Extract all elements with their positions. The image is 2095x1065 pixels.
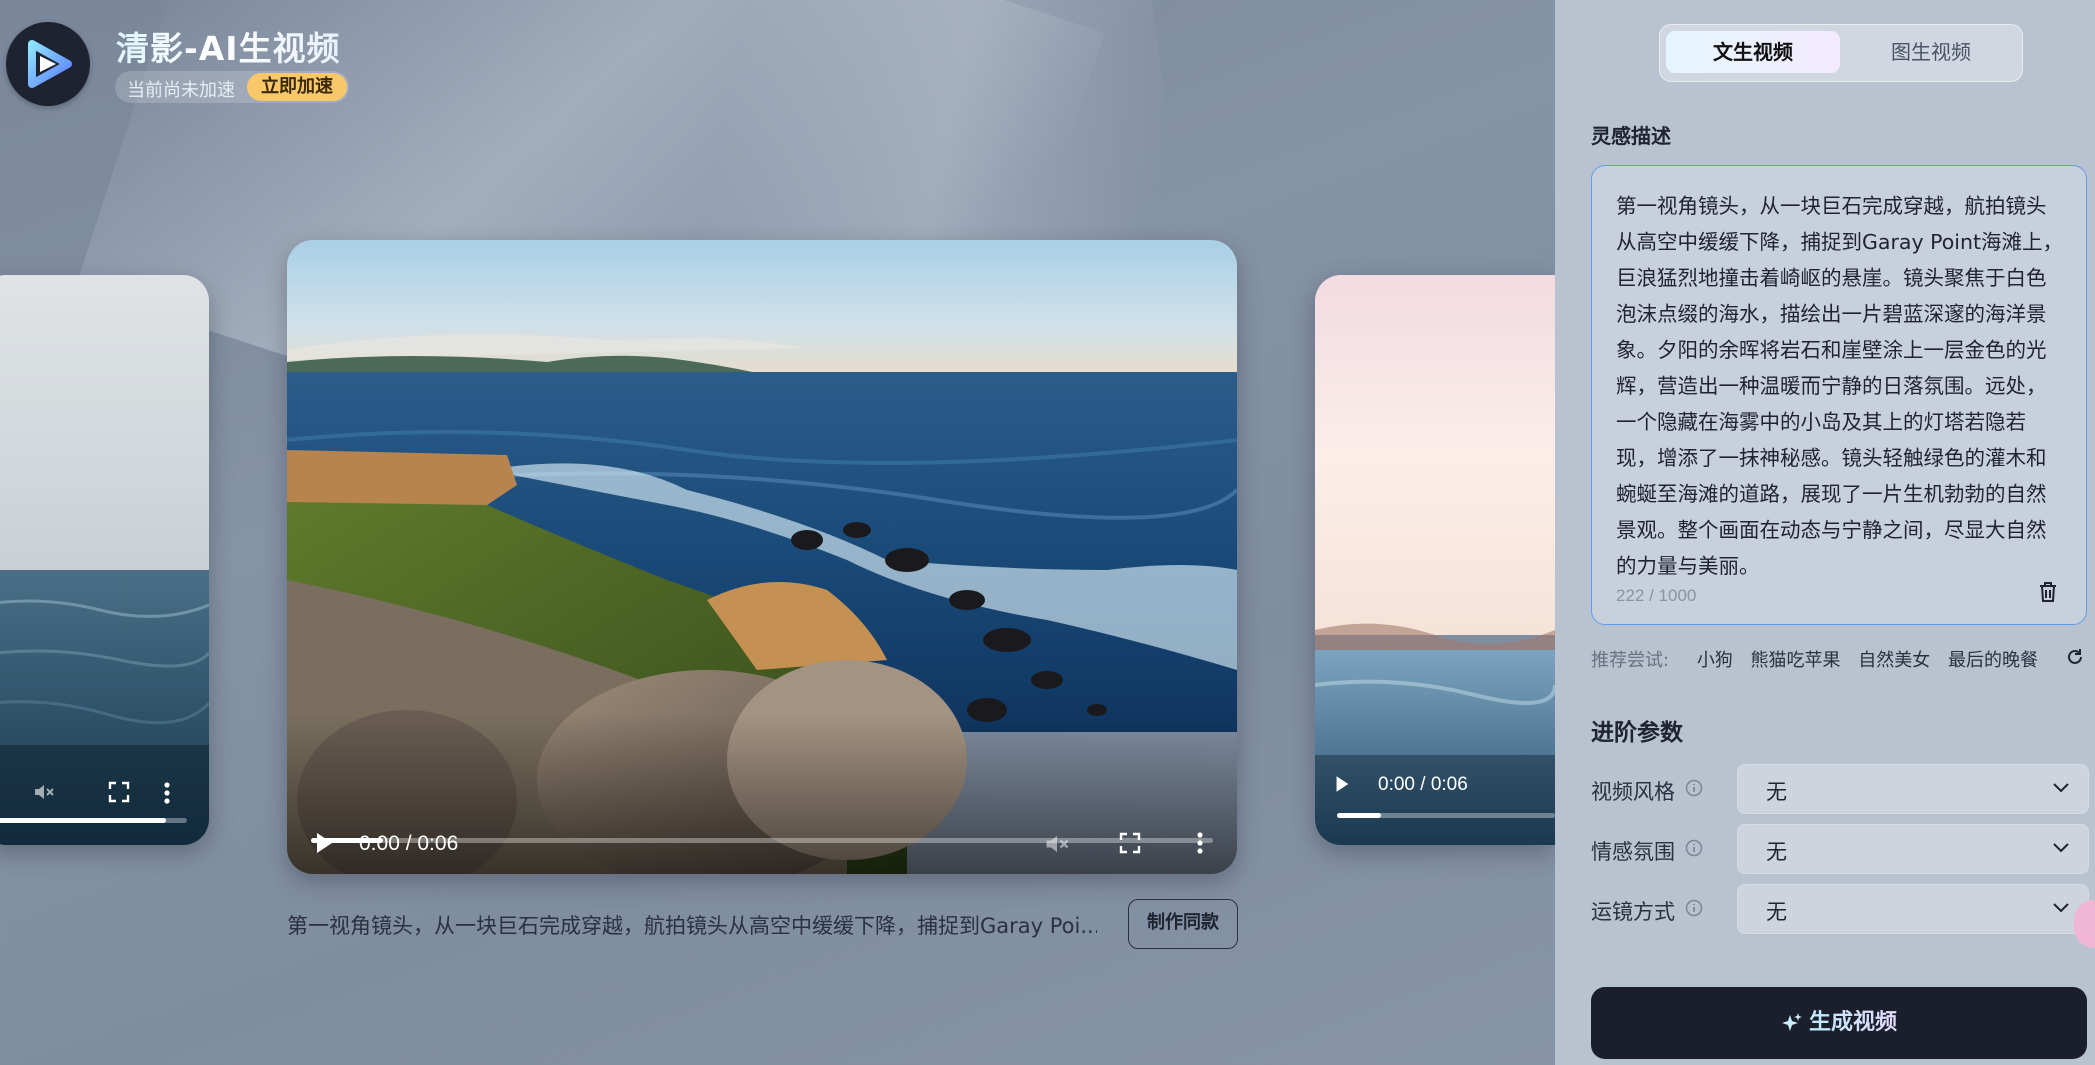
generate-video-button[interactable]: 生成视频 xyxy=(1591,987,2087,1059)
suggestion-chip[interactable]: 最后的晚餐 xyxy=(1948,650,2038,671)
chevron-down-icon xyxy=(2053,783,2069,793)
video-thumbnail xyxy=(0,275,209,845)
make-same-button[interactable]: 制作同款 xyxy=(1128,899,1238,949)
video-time: 0:00 / 0:06 xyxy=(359,832,459,855)
progress-fill xyxy=(0,818,167,823)
video-card-main[interactable]: 0:00 / 0:06 xyxy=(287,240,1237,874)
prompt-text[interactable]: 第一视角镜头，从一块巨石完成穿越，航拍镜头从高空中缓缓下降，捕捉到Garay P… xyxy=(1616,188,2066,584)
refresh-icon[interactable] xyxy=(2065,647,2085,667)
progress-fill xyxy=(1337,813,1381,818)
suggest-label: 推荐尝试: xyxy=(1591,650,1670,671)
fullscreen-icon[interactable] xyxy=(108,781,130,803)
generate-label: 生成视频 xyxy=(1808,1010,1897,1035)
app-title: 清影-AI生视频 xyxy=(116,22,341,70)
prompt-textarea[interactable]: 第一视角镜头，从一块巨石完成穿越，航拍镜头从高空中缓缓下降，捕捉到Garay P… xyxy=(1591,165,2087,625)
chevron-down-icon xyxy=(2053,843,2069,853)
tab-text-to-video[interactable]: 文生视频 xyxy=(1666,31,1840,73)
mute-icon[interactable] xyxy=(1043,830,1071,858)
param-label: 情感氛围 xyxy=(1591,840,1675,864)
param-label: 运镜方式 xyxy=(1591,900,1675,924)
more-options-icon[interactable] xyxy=(163,781,171,805)
video-caption: 第一视角镜头，从一块巨石完成穿越，航拍镜头从高空中缓缓下降，捕捉到Garay P… xyxy=(287,914,1097,938)
char-count: 222 / 1000 xyxy=(1616,586,1697,605)
creation-panel: 文生视频 图生视频 灵感描述 第一视角镜头，从一块巨石完成穿越，航拍镜头从高空中… xyxy=(1555,0,2095,1065)
more-options-icon[interactable] xyxy=(1196,830,1204,856)
video-thumbnail xyxy=(1315,275,1555,845)
fullscreen-icon[interactable] xyxy=(1119,832,1141,854)
info-icon[interactable] xyxy=(1685,839,1703,857)
param-video-style: 视频风格 无 xyxy=(1591,764,2091,814)
progress-bar[interactable] xyxy=(0,818,187,823)
tab-image-to-video[interactable]: 图生视频 xyxy=(1844,31,2018,73)
progress-bar[interactable] xyxy=(311,838,1213,843)
suggestion-chip[interactable]: 自然美女 xyxy=(1858,650,1930,671)
emotion-select[interactable]: 无 xyxy=(1737,824,2089,874)
sparkle-icon xyxy=(1781,1013,1802,1031)
video-card-right[interactable]: 0:00 / 0:06 xyxy=(1315,275,1555,845)
speed-up-button[interactable]: 立即加速 xyxy=(247,73,347,101)
param-label: 视频风格 xyxy=(1591,780,1675,804)
advanced-params-title: 进阶参数 xyxy=(1591,720,1683,746)
trash-icon[interactable] xyxy=(2038,581,2058,603)
suggestion-chip[interactable]: 熊猫吃苹果 xyxy=(1751,650,1841,671)
chevron-down-icon xyxy=(2053,903,2069,913)
video-card-left[interactable] xyxy=(0,275,209,845)
play-icon[interactable] xyxy=(315,832,333,854)
play-icon[interactable] xyxy=(1335,775,1349,793)
param-camera-move: 运镜方式 无 xyxy=(1591,884,2091,934)
mute-icon[interactable] xyxy=(32,780,56,804)
inspiration-title: 灵感描述 xyxy=(1591,124,1671,148)
select-value: 无 xyxy=(1766,780,1787,804)
speed-status-bar: 当前尚未加速 立即加速 xyxy=(115,71,349,103)
suggestions-row: 推荐尝试: 小狗 熊猫吃苹果 自然美女 最后的晚餐 咖啡 xyxy=(1591,646,2095,672)
info-icon[interactable] xyxy=(1685,899,1703,917)
app-logo-icon xyxy=(6,22,90,106)
video-time: 0:00 / 0:06 xyxy=(1378,774,1468,795)
select-value: 无 xyxy=(1766,900,1787,924)
mode-tabs: 文生视频 图生视频 xyxy=(1659,24,2023,82)
select-value: 无 xyxy=(1766,840,1787,864)
camera-move-select[interactable]: 无 xyxy=(1737,884,2089,934)
video-thumbnail xyxy=(287,240,1237,874)
progress-fill xyxy=(311,838,384,843)
info-icon[interactable] xyxy=(1685,779,1703,797)
speed-status-text: 当前尚未加速 xyxy=(127,80,235,101)
progress-bar[interactable] xyxy=(1337,813,1555,818)
video-style-select[interactable]: 无 xyxy=(1737,764,2089,814)
param-emotion: 情感氛围 无 xyxy=(1591,824,2091,874)
suggestion-chip[interactable]: 小狗 xyxy=(1697,650,1733,671)
